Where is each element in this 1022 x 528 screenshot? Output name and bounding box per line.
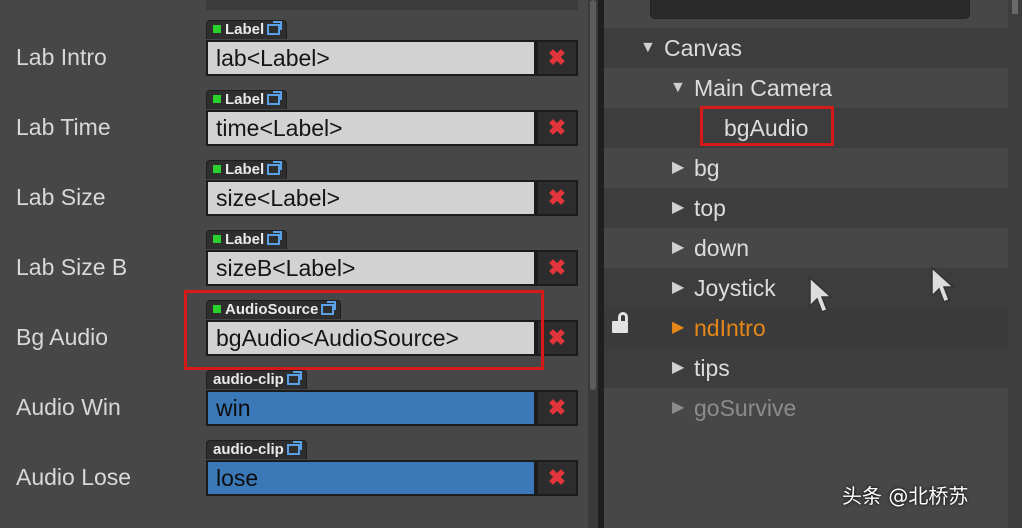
type-tag-text: Label [225,161,265,178]
prop-label-audio-win: Audio Win [16,394,121,420]
type-tag-audio-clip[interactable]: audio-clip [206,440,307,459]
node-type-icon [213,235,221,243]
clear-button[interactable]: ✖ [536,40,578,76]
node-type-icon [213,165,221,173]
tree-item-label: ndIntro [694,315,766,341]
clear-button[interactable]: ✖ [536,110,578,146]
external-link-icon[interactable] [286,371,302,385]
unlock-icon[interactable] [612,312,628,333]
expand-right-icon[interactable]: ▶ [672,308,684,348]
prop-label-lab-intro: Lab Intro [16,44,107,70]
type-tag-label[interactable]: Label [206,230,288,249]
tree-item-tips[interactable]: ▶ tips [604,348,1008,388]
scrollbar-thumb[interactable] [1012,0,1018,14]
hierarchy-panel: ▼ Canvas ▼ Main Camera bgAudio ▶ bg ▶ to… [604,0,1022,528]
watermark: 头条 @北桥苏 [842,484,969,508]
hierarchy-scrollbar[interactable] [1008,0,1022,528]
expand-down-icon[interactable]: ▼ [670,68,686,108]
clear-button[interactable]: ✖ [536,460,578,496]
type-tag-text: audio-clip [213,371,284,388]
tree-item-label: Canvas [664,35,742,61]
mouse-cursor-icon [809,276,832,313]
expand-right-icon[interactable]: ▶ [672,348,684,388]
node-type-icon [213,95,221,103]
expand-right-icon[interactable]: ▶ [672,148,684,188]
expand-right-icon[interactable]: ▶ [672,188,684,228]
expand-right-icon[interactable]: ▶ [672,268,684,308]
tree-item-down[interactable]: ▶ down [604,228,1008,268]
inspector-panel: Lab Intro Label lab<Label> ✖ Lab Time La… [0,0,588,528]
type-tag-label[interactable]: Label [206,20,288,39]
tree-item-label: top [694,195,726,221]
external-link-icon[interactable] [267,231,283,245]
clear-button[interactable]: ✖ [536,250,578,286]
prop-label-lab-time: Lab Time [16,114,111,140]
hierarchy-search-input[interactable] [650,0,970,19]
expand-down-icon[interactable]: ▼ [640,28,656,68]
external-link-icon[interactable] [267,91,283,105]
mouse-cursor-icon [931,266,954,303]
type-tag-text: Label [225,91,265,108]
clear-button[interactable]: ✖ [536,180,578,216]
inspector-scrollbar[interactable] [588,0,598,528]
external-link-icon[interactable] [267,161,283,175]
clear-button[interactable]: ✖ [536,390,578,426]
tree-item-label: bg [694,155,720,181]
tree-item-label: Joystick [694,275,776,301]
prop-field-lab-intro[interactable]: lab<Label> [206,40,536,76]
prop-field-audio-win[interactable]: win [206,390,536,426]
type-tag-audio-clip[interactable]: audio-clip [206,370,307,389]
highlight-box-bgaudio [700,106,834,146]
tree-item-gosurvive[interactable]: ▶ goSurvive [604,388,1008,428]
type-tag-label[interactable]: Label [206,160,288,179]
prop-label-bg-audio: Bg Audio [16,324,109,350]
prop-field-lab-time[interactable]: time<Label> [206,110,536,146]
tree-item-label: down [694,235,749,261]
type-tag-text: Label [225,231,265,248]
expand-right-icon[interactable]: ▶ [672,388,684,428]
previous-field-stub [206,0,578,10]
prop-field-lab-size-b[interactable]: sizeB<Label> [206,250,536,286]
tree-item-main-camera[interactable]: ▼ Main Camera [604,68,1008,108]
prop-field-audio-lose[interactable]: lose [206,460,536,496]
prop-label-audio-lose: Audio Lose [16,464,132,490]
tree-item-canvas[interactable]: ▼ Canvas [604,28,1008,68]
external-link-icon[interactable] [267,21,283,35]
highlight-box-bg-audio [184,290,544,370]
type-tag-label[interactable]: Label [206,90,288,109]
tree-item-bg[interactable]: ▶ bg [604,148,1008,188]
tree-item-label: tips [694,355,730,381]
tree-item-label: Main Camera [694,75,833,101]
node-type-icon [213,25,221,33]
prop-label-lab-size: Lab Size [16,184,106,210]
tree-item-ndintro[interactable]: ▶ ndIntro [604,308,1008,348]
tree-item-label: goSurvive [694,395,797,421]
type-tag-text: Label [225,21,265,38]
type-tag-text: audio-clip [213,441,284,458]
expand-right-icon[interactable]: ▶ [672,228,684,268]
external-link-icon[interactable] [286,441,302,455]
prop-label-lab-size-b: Lab Size B [16,254,128,280]
prop-field-lab-size[interactable]: size<Label> [206,180,536,216]
scrollbar-thumb[interactable] [590,0,596,390]
tree-item-top[interactable]: ▶ top [604,188,1008,228]
